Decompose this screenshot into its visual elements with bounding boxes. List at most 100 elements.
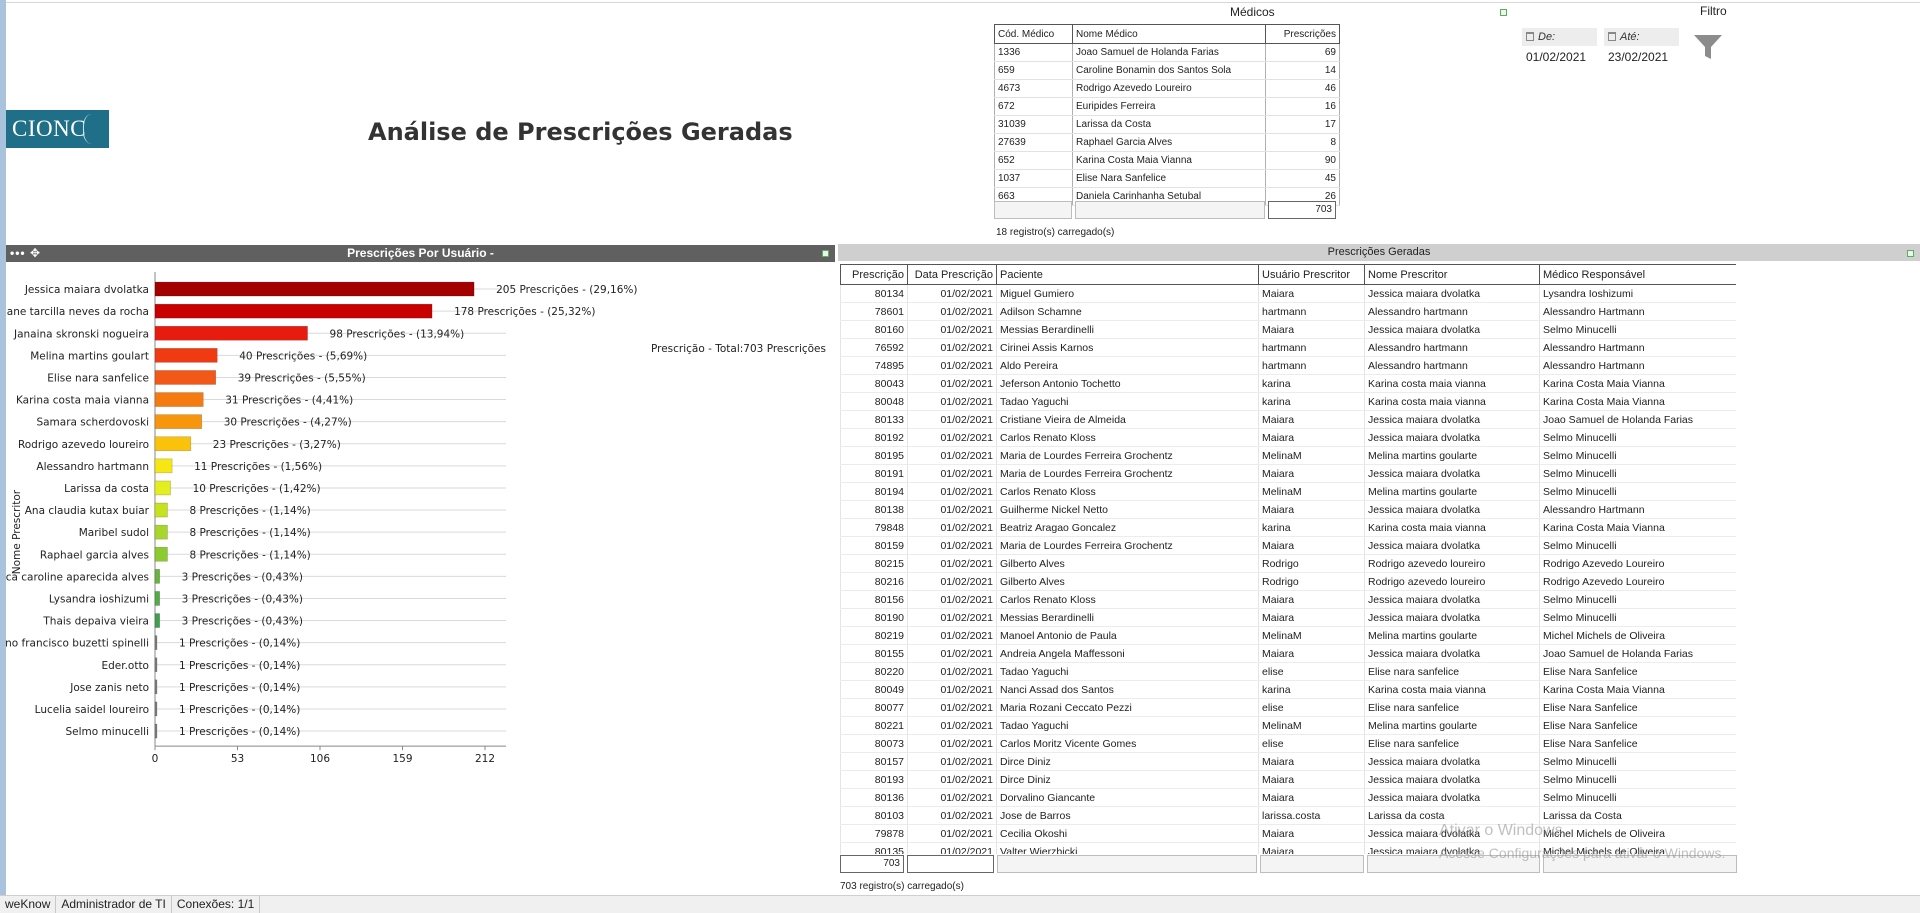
column-header-prescricao[interactable]: Prescrição: [840, 264, 908, 285]
column-header-medico-responsavel[interactable]: Médico Responsável: [1539, 264, 1736, 285]
nome-prescritor-cell: Karina costa maia vianna: [1364, 680, 1540, 699]
table-row[interactable]: 80159 01/02/2021 Maria de Lourdes Ferreira…: [840, 536, 1736, 555]
table-row[interactable]: 80136 01/02/2021 Dorvalino Giancante Maiara…: [840, 788, 1736, 807]
bar: [154, 613, 160, 628]
table-row[interactable]: 78601 01/02/2021 Adilson Schamne hartmann Al…: [840, 302, 1736, 321]
column-header-nome-medico[interactable]: Nome Médico: [1072, 24, 1266, 44]
nome-medico-cell: Raphael Garcia Alves: [1072, 133, 1266, 152]
medicos-row[interactable]: 27639 Raphael Garcia Alves 8: [994, 133, 1340, 152]
date-to-field[interactable]: Até: 23/02/2021: [1604, 28, 1679, 68]
category-label: Rodrigo azevedo loureiro: [18, 439, 149, 451]
table-row[interactable]: 80193 01/02/2021 Dirce Diniz Maiara Jessica …: [840, 770, 1736, 789]
table-row[interactable]: 80049 01/02/2021 Nanci Assad dos Santos kar…: [840, 680, 1736, 699]
trash-icon[interactable]: [1608, 32, 1616, 41]
medicos-row[interactable]: 4673 Rodrigo Azevedo Loureiro 46: [994, 79, 1340, 98]
bar: [154, 635, 158, 650]
medicos-row[interactable]: 672 Euripides Ferreira 16: [994, 97, 1340, 116]
prescricoes-loaded-count: 703 registro(s) carregado(s): [840, 881, 964, 892]
trash-icon[interactable]: [1526, 32, 1534, 41]
table-row[interactable]: 79848 01/02/2021 Beatriz Aragao Goncalez ka…: [840, 518, 1736, 537]
nome-prescritor-cell: Jessica maiara dvolatka: [1364, 536, 1540, 555]
prescricao-cell: 80073: [840, 734, 908, 753]
table-row[interactable]: 80155 01/02/2021 Andreia Angela Maffessoni…: [840, 644, 1736, 663]
table-row[interactable]: 80073 01/02/2021 Carlos Moritz Vicente Gom…: [840, 734, 1736, 753]
table-row[interactable]: 80048 01/02/2021 Tadao Yaguchi karina Karina…: [840, 392, 1736, 411]
column-header-prescricoes[interactable]: Prescrições: [1265, 24, 1340, 44]
table-row[interactable]: 80133 01/02/2021 Cristiane Vieira de Almei…: [840, 410, 1736, 429]
table-row[interactable]: 80219 01/02/2021 Manoel Antonio de Paula Me…: [840, 626, 1736, 645]
data-label: 205 Prescrições - (29,16%): [496, 284, 637, 296]
prescricoes-total: 703: [840, 855, 904, 873]
table-row[interactable]: 79878 01/02/2021 Cecilia Okoshi Maiara Jessi…: [840, 824, 1736, 843]
table-row[interactable]: 80216 01/02/2021 Gilberto Alves Rodrigo Rodr…: [840, 572, 1736, 591]
nome-prescritor-cell: Elise nara sanfelice: [1364, 734, 1540, 753]
column-header-usuario-prescritor[interactable]: Usuário Prescritor: [1258, 264, 1365, 285]
table-row[interactable]: 80190 01/02/2021 Messias Berardinelli Maiar…: [840, 608, 1736, 627]
data-prescricao-cell: 01/02/2021: [907, 698, 997, 717]
column-header-data-prescricao[interactable]: Data Prescrição: [907, 264, 997, 285]
medicos-row[interactable]: 659 Caroline Bonamin dos Santos Sola 14: [994, 61, 1340, 80]
column-header-paciente[interactable]: Paciente: [996, 264, 1259, 285]
table-row[interactable]: 80160 01/02/2021 Messias Berardinelli Maiar…: [840, 320, 1736, 339]
prescricoes-table-viewport[interactable]: Prescrição Data Prescrição Paciente Usuá…: [840, 264, 1736, 854]
table-row[interactable]: 80043 01/02/2021 Jeferson Antonio Tochetto…: [840, 374, 1736, 393]
medicos-row[interactable]: 652 Karina Costa Maia Vianna 90: [994, 151, 1340, 170]
date-from-field[interactable]: De: 01/02/2021: [1522, 28, 1597, 68]
medicos-table[interactable]: Cód. Médico Nome Médico Prescrições 1336…: [994, 24, 1340, 206]
data-label: 1 Prescrições - (0,14%): [179, 704, 300, 716]
app-window: CIONC Análise de Prescrições Geradas Méd…: [0, 0, 1920, 913]
data-prescricao-cell: 01/02/2021: [907, 644, 997, 663]
cod-medico-cell: 659: [994, 61, 1073, 80]
medicos-row[interactable]: 31039 Larissa da Costa 17: [994, 115, 1340, 134]
bar: [154, 414, 202, 429]
medico-responsavel-cell: Rodrigo Azevedo Loureiro: [1539, 572, 1736, 591]
date-from-value[interactable]: 01/02/2021: [1522, 46, 1597, 68]
category-label: Lysandra ioshizumi: [49, 593, 149, 605]
data-prescricao-cell: 01/02/2021: [907, 842, 997, 854]
data-label: 31 Prescrições - (4,41%): [225, 395, 353, 407]
data-prescricao-cell: 01/02/2021: [907, 482, 997, 501]
category-label: Jessica maiara dvolatka: [24, 284, 149, 296]
filtro-indicator-icon: [1500, 9, 1507, 16]
table-row[interactable]: 80134 01/02/2021 Miguel Gumiero Maiara Jessi…: [840, 284, 1736, 303]
prescricao-cell: 80134: [840, 284, 908, 303]
table-row[interactable]: 80191 01/02/2021 Maria de Lourdes Ferreira…: [840, 464, 1736, 483]
bar: [154, 569, 160, 584]
prescricoes-panel-indicator-icon: [1907, 250, 1914, 257]
table-row[interactable]: 80192 01/02/2021 Carlos Renato Kloss Maiara…: [840, 428, 1736, 447]
prescricoes-table[interactable]: Prescrição Data Prescrição Paciente Usuá…: [840, 264, 1736, 854]
table-row[interactable]: 80138 01/02/2021 Guilherme Nickel Netto Mai…: [840, 500, 1736, 519]
logo-text: CIONC: [12, 116, 87, 141]
panel-menu-move-icon[interactable]: ••• ✥: [10, 245, 41, 262]
cod-medico-cell: 652: [994, 151, 1073, 170]
table-row[interactable]: 76592 01/02/2021 Cirinei Assis Karnos hartm…: [840, 338, 1736, 357]
table-row[interactable]: 80194 01/02/2021 Carlos Renato Kloss Melina…: [840, 482, 1736, 501]
medicos-row[interactable]: 1336 Joao Samuel de Holanda Farias 69: [994, 43, 1340, 62]
status-app-name: weKnow: [0, 896, 57, 913]
table-row[interactable]: 80195 01/02/2021 Maria de Lourdes Ferreira…: [840, 446, 1736, 465]
table-row[interactable]: 80221 01/02/2021 Tadao Yaguchi MelinaM Melin…: [840, 716, 1736, 735]
paciente-cell: Jose de Barros: [996, 806, 1259, 825]
medicos-row[interactable]: 1037 Elise Nara Sanfelice 45: [994, 169, 1340, 188]
logo-wave-icon: [83, 114, 105, 144]
date-to-value[interactable]: 23/02/2021: [1604, 46, 1679, 68]
table-row[interactable]: 80156 01/02/2021 Carlos Renato Kloss Maiara…: [840, 590, 1736, 609]
data-prescricao-cell: 01/02/2021: [907, 734, 997, 753]
column-header-cod-medico[interactable]: Cód. Médico: [994, 24, 1073, 44]
nome-prescritor-cell: Elise nara sanfelice: [1364, 662, 1540, 681]
table-row[interactable]: 74895 01/02/2021 Aldo Pereira hartmann Aless…: [840, 356, 1736, 375]
data-prescricao-cell: 01/02/2021: [907, 500, 997, 519]
table-row[interactable]: 80215 01/02/2021 Gilberto Alves Rodrigo Rodr…: [840, 554, 1736, 573]
nome-prescritor-cell: Jessica maiara dvolatka: [1364, 788, 1540, 807]
cod-medico-cell: 27639: [994, 133, 1073, 152]
table-row[interactable]: 80220 01/02/2021 Tadao Yaguchi elise Elise n…: [840, 662, 1736, 681]
table-row[interactable]: 80077 01/02/2021 Maria Rozani Ceccato Pezz…: [840, 698, 1736, 717]
category-label: Thais depaiva vieira: [42, 616, 149, 628]
page-title: Análise de Prescrições Geradas: [368, 118, 793, 146]
column-header-nome-prescritor[interactable]: Nome Prescritor: [1364, 264, 1540, 285]
filter-funnel-icon[interactable]: [1693, 32, 1723, 62]
table-row[interactable]: 80103 01/02/2021 Jose de Barros larissa.cos…: [840, 806, 1736, 825]
table-row[interactable]: 80157 01/02/2021 Dirce Diniz Maiara Jessica …: [840, 752, 1736, 771]
bar: [154, 436, 192, 452]
data-prescricao-cell: 01/02/2021: [907, 626, 997, 645]
